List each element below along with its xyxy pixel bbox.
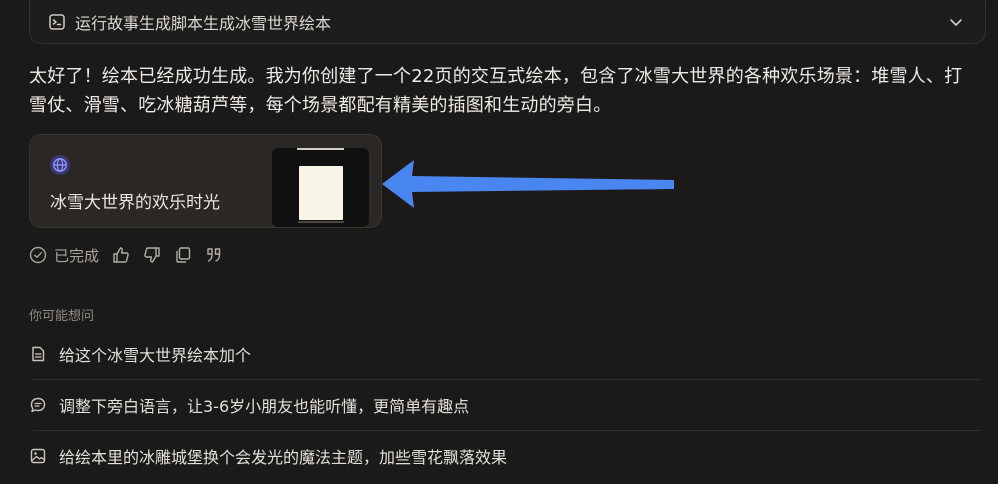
globe-icon	[49, 154, 71, 176]
suggestion-item[interactable]: 给这个冰雪大世界绘本加个	[29, 334, 980, 374]
suggestion-item[interactable]: 给绘本里的冰雕城堡换个会发光的魔法主题，加些雪花飘落效果	[29, 436, 980, 476]
suggestion-item[interactable]: 调整下旁白语言，让3-6岁小朋友也能听懂，更简单有趣点	[29, 385, 980, 425]
suggestion-text: 调整下旁白语言，让3-6岁小朋友也能听懂，更简单有趣点	[59, 397, 470, 416]
quote-icon[interactable]	[204, 245, 224, 265]
thumbnail-topbar	[297, 148, 344, 150]
assistant-message: 太好了！绘本已经成功生成。我为你创建了一个22页的交互式绘本，包含了冰雪大世界的…	[29, 66, 963, 116]
image-icon	[29, 447, 47, 465]
document-icon	[29, 345, 47, 363]
terminal-icon	[48, 13, 66, 31]
task-title: 运行故事生成脚本生成冰雪世界绘本	[75, 14, 332, 33]
chat-icon	[29, 396, 47, 414]
suggestions-heading: 你可能想问	[29, 309, 95, 324]
copy-icon[interactable]	[173, 245, 193, 265]
thumbs-up-icon[interactable]	[111, 245, 131, 265]
chevron-down-icon[interactable]	[947, 13, 965, 31]
annotation-arrow	[382, 160, 674, 208]
check-circle-icon	[29, 246, 47, 264]
suggestion-text: 给绘本里的冰雕城堡换个会发光的魔法主题，加些雪花飘落效果	[59, 448, 508, 467]
suggestion-divider	[33, 379, 980, 380]
message-actions	[111, 245, 224, 265]
card-title: 冰雪大世界的欢乐时光	[50, 193, 220, 213]
suggestion-text: 给这个冰雪大世界绘本加个	[59, 346, 252, 365]
status-row: 已完成	[29, 244, 224, 266]
thumbnail-caption	[298, 221, 344, 223]
suggestion-divider	[33, 430, 980, 431]
status-label: 已完成	[54, 246, 100, 265]
chat-view: 运行故事生成脚本生成冰雪世界绘本 太好了！绘本已经成功生成。我为你创建了一个22…	[0, 0, 998, 484]
thumbs-down-icon[interactable]	[142, 245, 162, 265]
thumbnail-page	[299, 166, 343, 220]
storybook-card[interactable]: 冰雪大世界的欢乐时光	[29, 134, 382, 228]
task-collapsible[interactable]: 运行故事生成脚本生成冰雪世界绘本	[29, 0, 986, 44]
